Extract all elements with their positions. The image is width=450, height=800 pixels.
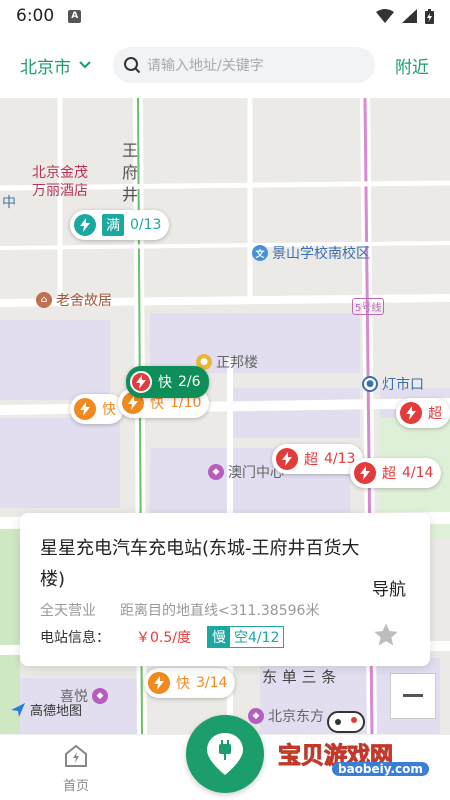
wifi-icon: [376, 9, 394, 23]
poi-house[interactable]: ⌂ 老舍故居: [36, 290, 112, 310]
charger-marker[interactable]: 快 3/14: [144, 668, 236, 698]
nearby-button[interactable]: 附近: [395, 53, 429, 78]
amap-logo: 高德地图: [10, 700, 82, 719]
charger-tag: 超: [304, 452, 318, 468]
notification-a-icon: A: [68, 9, 82, 23]
station-info: 电站信息： ￥0.5/度 慢 空4/12: [40, 626, 285, 648]
home-icon: [65, 744, 87, 767]
search-placeholder: 请输入地址/关键字: [147, 58, 264, 74]
charger-tag: 快: [158, 375, 172, 391]
shopping-bag-icon: ◆: [92, 688, 108, 704]
map-label-wangfujing: 王 府 井: [122, 141, 139, 204]
bolt-icon: [400, 402, 422, 424]
charger-count: 3/14: [196, 675, 228, 691]
map-label-hotel: 北京金茂 万丽酒店: [32, 165, 88, 199]
status-bar: 6:00 A: [0, 0, 450, 32]
city-selector[interactable]: 北京市: [20, 53, 91, 78]
charger-marker-selected[interactable]: 快 2/6: [126, 366, 209, 398]
charger-marker[interactable]: 超: [396, 398, 450, 428]
poi-school[interactable]: 文 景山学校南校区: [252, 243, 370, 263]
charger-marker[interactable]: 超 4/14: [350, 458, 442, 488]
charger-count: 4/14: [402, 465, 434, 481]
charger-locate-fab[interactable]: [186, 715, 264, 793]
chevron-down-icon: [79, 61, 91, 69]
slow-label: 慢: [207, 627, 230, 647]
watermark-url: baobeiy.com: [332, 762, 429, 776]
bolt-icon: [148, 672, 170, 694]
minus-icon: [403, 694, 423, 697]
subway-line5-badge: 5号线: [352, 298, 385, 315]
status-icons: [376, 8, 434, 24]
gamepad-icon: [327, 711, 365, 733]
museum-icon: ⌂: [36, 292, 52, 308]
map-label-dongdan: 东 单 三 条: [262, 668, 337, 686]
bolt-icon: [74, 398, 96, 420]
nav-home-label: 首页: [62, 779, 89, 794]
subway-icon: ●: [362, 376, 378, 392]
watermark: 宝贝游戏网 baobeiy.com: [272, 700, 432, 776]
poi-dengshikou[interactable]: ● 灯市口: [362, 374, 424, 394]
charger-tag: 满: [102, 214, 124, 236]
bolt-icon: [276, 448, 298, 470]
charger-count: 4/13: [324, 451, 356, 467]
city-label: 北京市: [20, 57, 71, 78]
charger-tag: 超: [382, 466, 396, 482]
nav-home[interactable]: 首页: [46, 743, 106, 794]
search-icon: [124, 57, 141, 74]
navigate-button[interactable]: 导航: [372, 575, 406, 600]
charger-tag: 超: [428, 406, 442, 422]
status-time: 6:00: [16, 6, 55, 26]
poi-zhengbang[interactable]: ● 正邦楼: [196, 352, 258, 372]
bolt-icon: [354, 462, 376, 484]
signal-icon: [402, 9, 417, 23]
slow-charger-badge: 慢 空4/12: [206, 626, 285, 648]
shopping-bag-icon: ◆: [208, 464, 224, 480]
price-text: ￥0.5/度: [136, 630, 191, 646]
station-info-label: 电站信息：: [40, 630, 110, 646]
charging-pin-icon: [207, 733, 243, 775]
battery-icon: [425, 8, 434, 24]
bolt-icon: [130, 371, 152, 393]
charger-marker[interactable]: 满 0/13: [70, 210, 170, 240]
opening-hours: 全天营业: [40, 603, 96, 619]
charger-marker[interactable]: 快: [70, 394, 124, 424]
station-meta: 全天营业 距离目的地直线<311.38596米: [40, 600, 319, 620]
search-input[interactable]: 请输入地址/关键字: [113, 47, 375, 83]
shopping-bag-icon: ◆: [248, 708, 264, 724]
star-favorite-icon[interactable]: [372, 621, 400, 649]
station-card[interactable]: 星星充电汽车充电站(东城-王府井百货大楼) 导航 全天营业 距离目的地直线<31…: [20, 513, 430, 666]
station-title: 星星充电汽车充电站(东城-王府井百货大楼): [40, 538, 360, 590]
map-label-left-cut: 中: [2, 195, 16, 211]
app-screen: 6:00 A 北京市 请输入地址/关键字 附近 王 府 井 北京金茂 万丽酒店 …: [0, 0, 450, 800]
school-icon: 文: [252, 245, 268, 261]
charger-tag: 快: [102, 402, 116, 418]
distance-text: 距离目的地直线<311.38596米: [120, 603, 320, 619]
slow-availability: 空4/12: [233, 630, 280, 646]
charger-count: 0/13: [130, 217, 162, 233]
charger-count: 2/6: [178, 374, 201, 390]
navigation-arrow-icon: [11, 702, 25, 717]
bolt-icon: [74, 214, 96, 236]
charger-tag: 快: [176, 676, 190, 692]
amap-logo-text: 高德地图: [30, 704, 83, 719]
search-header: 北京市 请输入地址/关键字 附近: [0, 32, 450, 98]
